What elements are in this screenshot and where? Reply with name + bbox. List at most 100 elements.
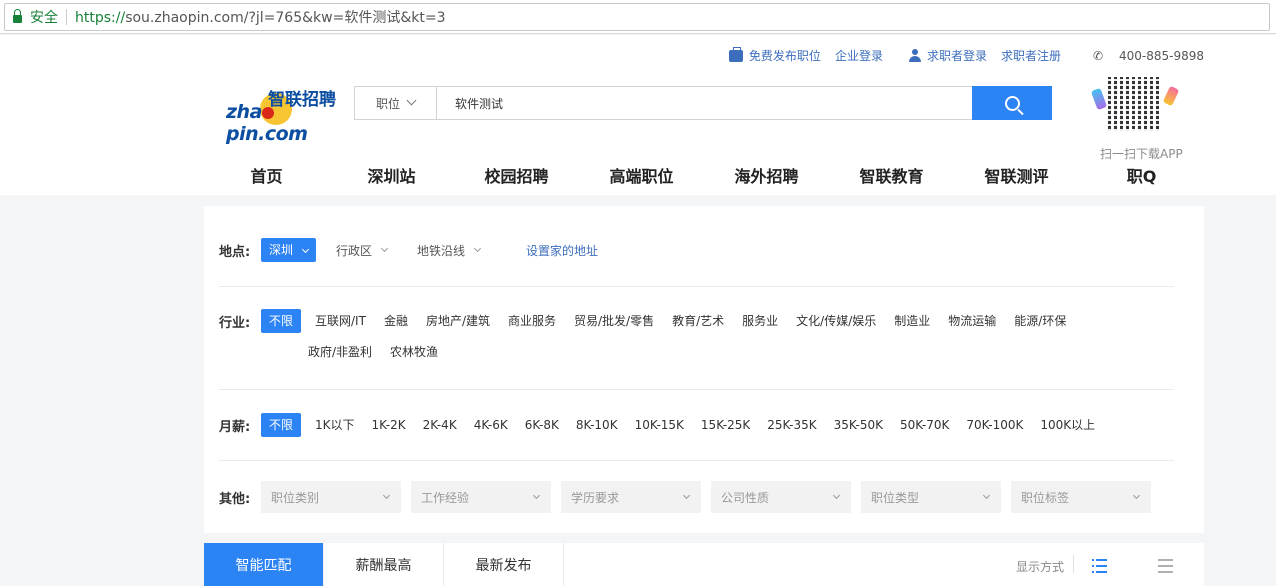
url-text[interactable]: https://sou.zhaopin.com/?jl=765&kw=软件测试&…: [75, 7, 445, 27]
sort-tabs: 智能匹配 薪酬最高 最新发布 显示方式: [204, 543, 1204, 586]
url-box[interactable]: 安全 https://sou.zhaopin.com/?jl=765&kw=软件…: [4, 3, 1270, 31]
search-bar: 职位: [354, 86, 1052, 120]
filter-label: 行业:: [219, 315, 251, 331]
industry-option[interactable]: 商业服务: [500, 309, 564, 333]
industry-filter: 行业: 不限 互联网/IT 金融 房地产/建筑 商业服务 贸易/批发/零售 教育/艺术 服务…: [219, 309, 1076, 333]
list-view-icon[interactable]: [1092, 559, 1108, 573]
nav-item-shenzhen[interactable]: 深圳站: [329, 163, 454, 187]
divider: [66, 9, 67, 25]
salary-option[interactable]: 1K-2K: [364, 413, 414, 437]
app-qr-code: [1090, 77, 1180, 137]
post-job-link[interactable]: 免费发布职位: [749, 47, 821, 64]
logo[interactable]: 智联招聘 zhapin.com: [224, 83, 336, 145]
user-icon: [908, 49, 921, 62]
nav-item-zhiq[interactable]: 职Q: [1079, 163, 1204, 187]
district-select[interactable]: 行政区: [336, 242, 389, 259]
divider: [1073, 555, 1074, 573]
tab-smart-match[interactable]: 智能匹配: [204, 543, 324, 586]
other-select-label: 学历要求: [571, 490, 620, 505]
industry-option[interactable]: 互联网/IT: [307, 309, 374, 333]
filter-panel: 地点: 深圳 行政区 地铁沿线 设置家的地址 行业: 不限 互联网/IT 金融 房地…: [204, 206, 1204, 533]
filter-label: 地点:: [219, 244, 251, 260]
search-icon: [1004, 95, 1020, 111]
search-button[interactable]: [972, 86, 1052, 120]
subway-select[interactable]: 地铁沿线: [417, 242, 482, 259]
divider: [219, 460, 1174, 461]
other-select[interactable]: 职位类别: [261, 481, 401, 513]
chevron-down-icon: [301, 245, 310, 254]
search-input[interactable]: [437, 87, 972, 119]
nav-item-campus[interactable]: 校园招聘: [454, 163, 579, 187]
industry-option[interactable]: 物流运输: [940, 309, 1004, 333]
search-category-select[interactable]: 职位: [355, 87, 437, 119]
industry-option[interactable]: 制造业: [886, 309, 938, 333]
tab-highest-salary[interactable]: 薪酬最高: [324, 543, 444, 586]
salary-option[interactable]: 70K-100K: [958, 413, 1031, 437]
seeker-group: 求职者登录 求职者注册: [908, 47, 1061, 64]
employer-group: 免费发布职位 企业登录: [728, 46, 883, 64]
chevron-down-icon: [982, 491, 991, 499]
salary-option[interactable]: 6K-8K: [517, 413, 567, 437]
salary-option[interactable]: 100K以上: [1032, 413, 1103, 437]
phone-number: 400-885-9898: [1118, 48, 1204, 63]
search-category-label: 职位: [375, 96, 400, 111]
seeker-login-link[interactable]: 求职者登录: [927, 47, 987, 64]
chevron-down-icon: [832, 491, 841, 499]
app-download-label: 扫一扫下载APP: [1100, 147, 1183, 161]
qr-code-image: [1108, 77, 1162, 131]
phone-icon: ✆: [1092, 48, 1104, 63]
nav-item-overseas[interactable]: 海外招聘: [704, 163, 829, 187]
site-header: 免费发布职位 企业登录 求职者登录 求职者注册 ✆ 400-885-9898 智…: [0, 35, 1276, 195]
nav-item-education[interactable]: 智联教育: [829, 163, 954, 187]
salary-option[interactable]: 2K-4K: [415, 413, 465, 437]
employer-login-link[interactable]: 企业登录: [835, 47, 883, 64]
other-select[interactable]: 学历要求: [561, 481, 701, 513]
other-select[interactable]: 工作经验: [411, 481, 551, 513]
salary-option[interactable]: 15K-25K: [693, 413, 758, 437]
salary-option[interactable]: 4K-6K: [466, 413, 516, 437]
divider: [219, 286, 1174, 287]
city-select[interactable]: 深圳: [261, 238, 317, 262]
industry-option[interactable]: 文化/传媒/娱乐: [788, 309, 884, 333]
other-filter: 其他: 职位类别 工作经验 学历要求 公司性质 职位类型 职位标签: [219, 481, 1161, 513]
chevron-down-icon: [474, 244, 482, 252]
industry-option[interactable]: 农林牧渔: [382, 340, 446, 364]
other-select-label: 职位标签: [1021, 490, 1070, 505]
salary-option[interactable]: 8K-10K: [568, 413, 626, 437]
industry-option[interactable]: 能源/环保: [1006, 309, 1074, 333]
filter-label: 其他:: [219, 491, 251, 507]
salary-option[interactable]: 35K-50K: [826, 413, 891, 437]
other-select[interactable]: 公司性质: [711, 481, 851, 513]
compact-view-icon[interactable]: [1158, 559, 1174, 573]
chevron-down-icon: [380, 244, 389, 252]
industry-any[interactable]: 不限: [261, 309, 302, 333]
industry-option[interactable]: 服务业: [734, 309, 786, 333]
location-filter: 地点: 深圳 行政区 地铁沿线 设置家的地址: [219, 238, 598, 262]
industry-option[interactable]: 房地产/建筑: [418, 309, 498, 333]
display-mode-label: 显示方式: [1015, 560, 1064, 574]
industry-option[interactable]: 贸易/批发/零售: [566, 309, 662, 333]
industry-option[interactable]: 金融: [376, 309, 416, 333]
nav-item-assessment[interactable]: 智联测评: [954, 163, 1079, 187]
other-select-label: 工作经验: [421, 490, 470, 505]
nav-item-home[interactable]: 首页: [204, 163, 329, 187]
chevron-down-icon: [1132, 491, 1141, 499]
set-home-link[interactable]: 设置家的地址: [526, 242, 598, 259]
other-select[interactable]: 职位标签: [1011, 481, 1151, 513]
seeker-register-link[interactable]: 求职者注册: [1001, 47, 1061, 64]
salary-option[interactable]: 50K-70K: [892, 413, 957, 437]
phone-group: ✆ 400-885-9898: [1087, 49, 1204, 63]
tab-latest[interactable]: 最新发布: [444, 543, 564, 586]
salary-option[interactable]: 10K-15K: [627, 413, 692, 437]
nav-item-senior[interactable]: 高端职位: [579, 163, 704, 187]
salary-option[interactable]: 1K以下: [307, 413, 363, 437]
industry-filter-row2: 政府/非盈利 农林牧渔: [300, 340, 448, 364]
industry-option[interactable]: 教育/艺术: [664, 309, 732, 333]
salary-filter: 月薪: 不限 1K以下 1K-2K 2K-4K 4K-6K 6K-8K 8K-10K 10K…: [219, 413, 1104, 437]
other-select-label: 职位类别: [271, 490, 320, 505]
salary-option[interactable]: 25K-35K: [759, 413, 824, 437]
salary-any[interactable]: 不限: [261, 413, 302, 437]
other-select[interactable]: 职位类型: [861, 481, 1001, 513]
qr-decoration: [1090, 87, 1108, 111]
industry-option[interactable]: 政府/非盈利: [300, 340, 380, 364]
